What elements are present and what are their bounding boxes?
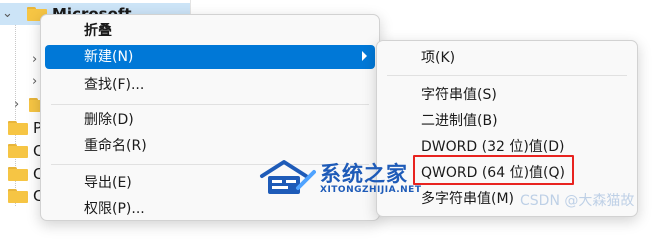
chevron-right-icon[interactable]: › [14,96,19,114]
menu-item-label: 导出(E) [84,175,132,191]
submenu-item-binary-value[interactable]: 二进制值(B) [381,109,633,133]
chevron-down-icon[interactable]: ⌄ [2,5,13,23]
menu-item-label: 项(K) [421,50,456,66]
menu-item-new[interactable]: 新建(N) [45,45,375,69]
watermark-title: 系统之家 [320,162,408,186]
faint-watermark: CSDN @大森猫故 [520,193,635,209]
menu-item-label: 删除(D) [84,112,134,128]
highlight-box [413,155,574,185]
menu-item-label: 折叠 [84,23,112,39]
submenu-item-key[interactable]: 项(K) [381,46,633,70]
menu-item-label: 新建(N) [84,49,134,65]
menu-item-label: DWORD (32 位)值(D) [421,139,565,155]
menu-item-label: 字符串值(S) [421,87,497,103]
menu-item-find[interactable]: 查找(F)... [45,73,375,97]
chevron-right-icon[interactable]: › [32,73,37,91]
chevron-right-icon[interactable]: › [32,51,37,69]
menu-item-label: 权限(P)... [84,201,145,217]
watermark: 系统之家 XITONGZHIJIA.NET [258,156,422,204]
menu-item-label: 二进制值(B) [421,113,498,129]
chevron-right-icon [362,51,367,61]
house-logo-icon [260,160,316,194]
menu-item-delete[interactable]: 删除(D) [45,108,375,132]
submenu-item-string-value[interactable]: 字符串值(S) [381,83,633,107]
folder-icon [8,167,28,181]
menu-item-label: 查找(F)... [84,77,145,93]
menu-separator [51,104,369,105]
menu-separator [387,75,627,76]
menu-item-label: 重命名(R) [84,138,147,154]
watermark-subtitle: XITONGZHIJIA.NET [320,185,422,195]
menu-item-rename[interactable]: 重命名(R) [45,134,375,158]
menu-item-collapse[interactable]: 折叠 [45,19,375,43]
menu-item-label: 多字符串值(M) [421,191,515,207]
folder-icon [8,144,28,158]
folder-icon [8,121,28,135]
folder-icon [8,189,28,203]
